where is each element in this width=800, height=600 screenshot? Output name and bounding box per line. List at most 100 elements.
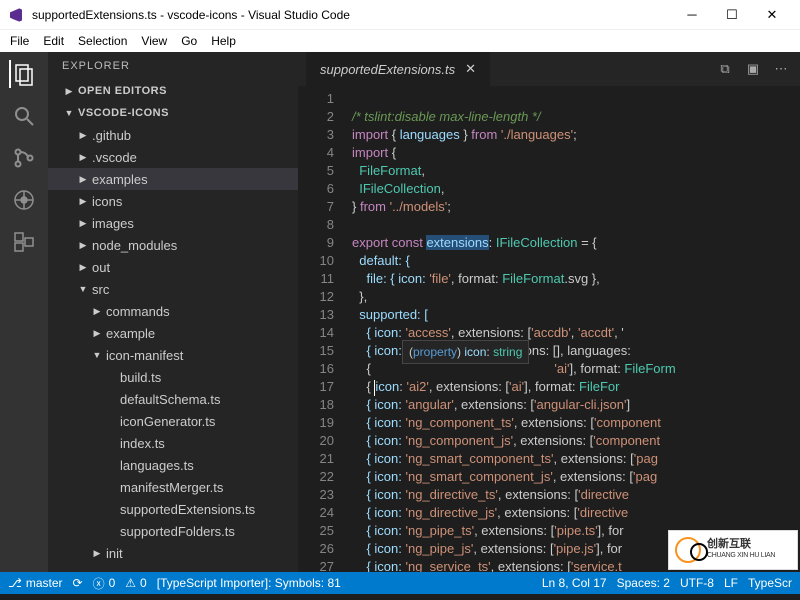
tab-label: supportedExtensions.ts — [320, 62, 455, 77]
tab-supportedextensions[interactable]: supportedExtensions.ts ✕ — [306, 52, 490, 86]
cursor-position[interactable]: Ln 8, Col 17 — [542, 576, 607, 590]
tree-item[interactable]: build.ts — [48, 366, 298, 388]
tree-label: icon-manifest — [106, 348, 183, 363]
tree-item[interactable]: ▶ .github — [48, 124, 298, 146]
tree-label: supportedExtensions.ts — [120, 502, 255, 517]
main-area: EXPLORER ▶OPEN EDITORS▼VSCODE-ICONS▶.git… — [0, 52, 800, 572]
code-content[interactable]: /* tslint:disable max-line-length */ imp… — [346, 86, 800, 572]
menu-go[interactable]: Go — [181, 34, 197, 48]
tree-item[interactable]: supportedFolders.ts — [48, 520, 298, 542]
tree-item[interactable]: ▶ commands — [48, 300, 298, 322]
window-title: supportedExtensions.ts - vscode-icons - … — [32, 8, 672, 22]
editor-tabs: supportedExtensions.ts ✕ ⧉ ▣ ⋯ — [298, 52, 800, 86]
caret-icon: ▶ — [78, 130, 88, 141]
vscode-logo-icon — [8, 7, 24, 23]
tree-item[interactable]: languages.ts — [48, 454, 298, 476]
caret-icon: ▶ — [78, 262, 88, 273]
tree-label: icons — [92, 194, 122, 209]
tree-item[interactable]: ▼ icon-manifest — [48, 344, 298, 366]
caret-icon: ▶ — [78, 218, 88, 229]
tree-label: src — [92, 282, 109, 297]
tree-item[interactable]: defaultSchema.ts — [48, 388, 298, 410]
tree-item[interactable]: ▶ icons — [48, 190, 298, 212]
tree-label: VSCODE-ICONS — [78, 107, 169, 119]
close-button[interactable]: ✕ — [752, 0, 792, 30]
tree-item[interactable]: ▶ .vscode — [48, 146, 298, 168]
tree-item[interactable]: ▶ init — [48, 542, 298, 564]
menu-help[interactable]: Help — [211, 34, 236, 48]
search-icon[interactable] — [10, 102, 38, 130]
tab-close-icon[interactable]: ✕ — [465, 61, 476, 77]
tree-item[interactable]: ▼VSCODE-ICONS — [48, 102, 298, 124]
indent-status[interactable]: Spaces: 2 — [617, 576, 670, 590]
errors-count[interactable]: ⓧ 0 — [93, 575, 116, 592]
caret-icon: ▶ — [78, 196, 88, 207]
caret-icon: ▶ — [78, 174, 88, 185]
code-editor[interactable]: 1234567891011121314151617181920212223242… — [298, 86, 800, 572]
ts-importer-status[interactable]: [TypeScript Importer]: Symbols: 81 — [157, 576, 341, 590]
tree-label: examples — [92, 172, 148, 187]
editor-group: supportedExtensions.ts ✕ ⧉ ▣ ⋯ 123456789… — [298, 52, 800, 572]
tree-label: out — [92, 260, 110, 275]
tree-label: .vscode — [92, 150, 137, 165]
menu-file[interactable]: File — [10, 34, 29, 48]
file-tree[interactable]: ▶OPEN EDITORS▼VSCODE-ICONS▶.github▶.vsco… — [48, 80, 298, 564]
tree-item[interactable]: ▶ images — [48, 212, 298, 234]
caret-icon: ▼ — [78, 284, 88, 294]
tree-item[interactable]: manifestMerger.ts — [48, 476, 298, 498]
git-branch[interactable]: ⎇ master — [8, 576, 63, 590]
encoding-status[interactable]: UTF-8 — [680, 576, 714, 590]
tree-item[interactable]: supportedExtensions.ts — [48, 498, 298, 520]
caret-icon: ▶ — [92, 306, 102, 317]
minimize-button[interactable]: ─ — [672, 0, 712, 30]
caret-icon: ▶ — [78, 152, 88, 163]
caret-icon: ▶ — [92, 548, 102, 559]
tree-label: OPEN EDITORS — [78, 85, 167, 97]
language-mode[interactable]: TypeScr — [748, 576, 792, 590]
caret-icon: ▶ — [92, 328, 102, 339]
tree-label: index.ts — [120, 436, 165, 451]
toggle-panel-icon[interactable]: ▣ — [742, 58, 764, 80]
tree-item[interactable]: index.ts — [48, 432, 298, 454]
tree-label: languages.ts — [120, 458, 194, 473]
titlebar: supportedExtensions.ts - vscode-icons - … — [0, 0, 800, 30]
more-actions-icon[interactable]: ⋯ — [770, 58, 792, 80]
tree-item[interactable]: ▶ examples — [48, 168, 298, 190]
extensions-icon[interactable] — [10, 228, 38, 256]
tree-label: commands — [106, 304, 170, 319]
caret-icon: ▼ — [92, 350, 102, 360]
tree-item[interactable]: ▶OPEN EDITORS — [48, 80, 298, 102]
tree-item[interactable]: ▶ example — [48, 322, 298, 344]
eol-status[interactable]: LF — [724, 576, 738, 590]
split-editor-icon[interactable]: ⧉ — [714, 58, 736, 80]
tree-item[interactable]: ▶node_modules — [48, 234, 298, 256]
tree-label: iconGenerator.ts — [120, 414, 215, 429]
tree-item[interactable]: ▼ src — [48, 278, 298, 300]
debug-icon[interactable] — [10, 186, 38, 214]
tree-label: .github — [92, 128, 131, 143]
watermark-icon — [675, 537, 701, 563]
watermark-line1: 创新互联 — [707, 538, 775, 550]
tree-label: defaultSchema.ts — [120, 392, 220, 407]
tree-label: images — [92, 216, 134, 231]
explorer-icon[interactable] — [9, 60, 37, 88]
maximize-button[interactable]: ☐ — [712, 0, 752, 30]
tree-label: build.ts — [120, 370, 161, 385]
source-control-icon[interactable] — [10, 144, 38, 172]
warnings-count[interactable]: ⚠ 0 — [125, 576, 146, 590]
activity-bar — [0, 52, 48, 572]
tree-item[interactable]: iconGenerator.ts — [48, 410, 298, 432]
menu-view[interactable]: View — [141, 34, 167, 48]
tree-item[interactable]: ▶ out — [48, 256, 298, 278]
caret-icon: ▶ — [78, 240, 88, 251]
sync-icon[interactable]: ⟳ — [73, 576, 83, 590]
sidebar-explorer: EXPLORER ▶OPEN EDITORS▼VSCODE-ICONS▶.git… — [48, 52, 298, 572]
tree-label: init — [106, 546, 123, 561]
menubar: File Edit Selection View Go Help — [0, 30, 800, 52]
tree-label: manifestMerger.ts — [120, 480, 223, 495]
tree-label: example — [106, 326, 155, 341]
explorer-header: EXPLORER — [48, 52, 298, 80]
menu-selection[interactable]: Selection — [78, 34, 127, 48]
tree-label: supportedFolders.ts — [120, 524, 235, 539]
menu-edit[interactable]: Edit — [43, 34, 64, 48]
